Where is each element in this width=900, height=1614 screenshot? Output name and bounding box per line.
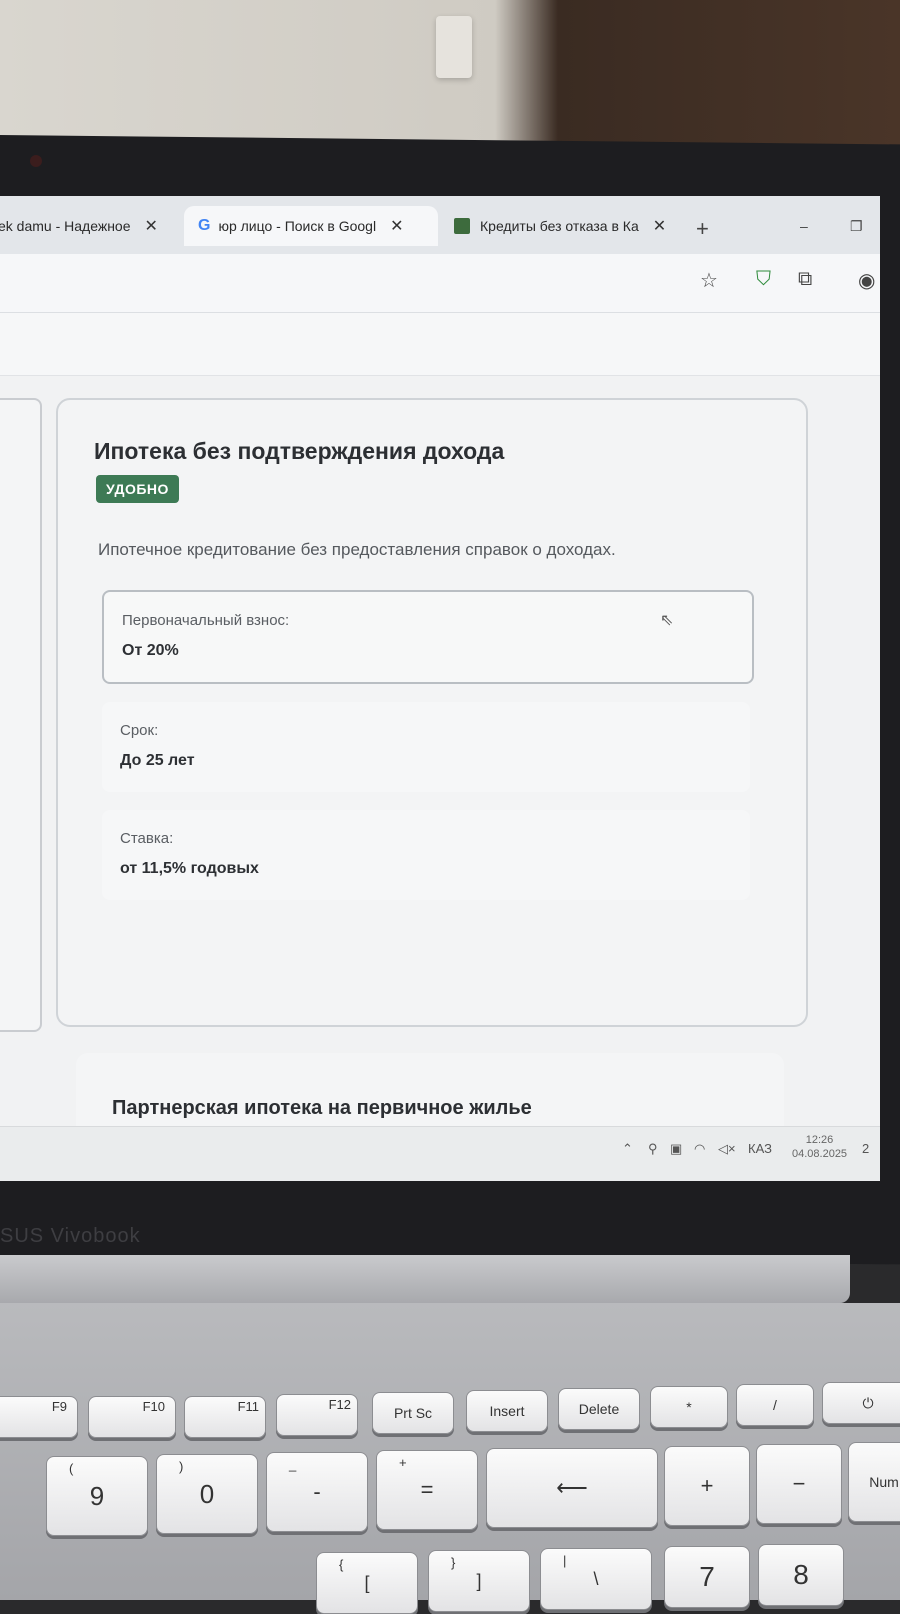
windows-taskbar: ⌃ ⚲ ▣ ◠ ◁× КАЗ 12:26 04.08.2025 2 <box>0 1126 880 1181</box>
tab-google-search[interactable]: G юр лицо - Поиск в Googl ✕ <box>184 206 438 246</box>
site-favicon-icon <box>454 218 470 234</box>
browser-tab-bar: ek damu - Надежное ✕ G юр лицо - Поиск в… <box>0 196 880 254</box>
star-icon[interactable]: ☆ <box>700 268 718 293</box>
restore-button[interactable]: ❐ <box>850 218 863 235</box>
info-rate: Ставка: от 11,5% годовых <box>102 810 750 900</box>
status-badge: УДОБНО <box>96 475 179 503</box>
laptop-screen: ek damu - Надежное ✕ G юр лицо - Поиск в… <box>0 196 880 1181</box>
info-down-payment[interactable]: Первоначальный взнос: От 20% ⇖ <box>102 590 754 684</box>
wall-switch <box>436 16 472 78</box>
key-numpad-minus[interactable]: − <box>756 1444 842 1524</box>
key-multiply[interactable]: * <box>650 1386 728 1428</box>
key-delete[interactable]: Delete <box>558 1388 640 1430</box>
key-9[interactable]: (9 <box>46 1456 148 1536</box>
key-f11[interactable]: F11 <box>184 1396 266 1438</box>
laptop-brand-label: SUS Vivobook <box>0 1225 141 1247</box>
key-backslash[interactable]: | \ <box>540 1548 652 1610</box>
language-indicator[interactable]: КАЗ <box>748 1141 772 1156</box>
tab-label: Кредиты без отказа в Ка <box>480 218 639 234</box>
notifications-badge[interactable]: 2 <box>862 1141 869 1156</box>
tab-label: ek damu - Надежное <box>0 218 131 234</box>
profile-icon[interactable]: ◉ <box>858 268 875 293</box>
minimize-button[interactable]: – <box>800 218 808 234</box>
web-page: Ипотека без подтверждения дохода УДОБНО … <box>0 313 880 1181</box>
mouse-cursor-icon: ⇖ <box>660 612 674 629</box>
key-divide[interactable]: / <box>736 1384 814 1426</box>
key-f10[interactable]: F10 <box>88 1396 176 1438</box>
key-num-lock[interactable]: Num <box>848 1442 900 1522</box>
previous-card <box>0 398 42 1032</box>
key-close-bracket[interactable]: }] <box>428 1550 530 1612</box>
info-value: от 11,5% годовых <box>120 860 259 877</box>
location-icon: ⚲ <box>648 1141 658 1156</box>
key-minus[interactable]: _ - <box>266 1452 368 1532</box>
key-f12[interactable]: F12 <box>276 1394 358 1436</box>
page-header <box>0 313 880 376</box>
chevron-up-icon[interactable]: ⌃ <box>622 1141 633 1157</box>
tab-credits[interactable]: Кредиты без отказа в Ка ✕ <box>448 206 684 246</box>
key-power[interactable]: ⏻ <box>822 1382 900 1424</box>
info-value: От 20% <box>122 642 179 659</box>
info-label: Ставка: <box>120 830 174 847</box>
webcam <box>30 155 42 167</box>
laptop-hinge <box>0 1255 850 1303</box>
key-numpad-8[interactable]: 8 <box>758 1544 844 1606</box>
info-label: Срок: <box>120 722 159 739</box>
key-numpad-7[interactable]: 7 <box>664 1546 750 1608</box>
shield-icon[interactable]: ⛉ <box>756 268 771 291</box>
browser-toolbar: ☆ ⛉ ⧉ ◉ <box>0 254 880 313</box>
info-term: Срок: До 25 лет <box>102 702 750 792</box>
clock[interactable]: 12:26 04.08.2025 <box>792 1133 847 1161</box>
wifi-icon[interactable]: ◠ <box>694 1141 705 1157</box>
key-print-screen[interactable]: Prt Sc <box>372 1392 454 1434</box>
close-icon[interactable]: ✕ <box>390 216 403 236</box>
close-icon[interactable]: ✕ <box>145 216 158 236</box>
key-f9[interactable]: F9 <box>0 1396 78 1438</box>
clock-date: 04.08.2025 <box>792 1148 848 1160</box>
card-title: Партнерская ипотека на первичное жилье <box>112 1097 532 1119</box>
card-description: Ипотечное кредитование без предоставлени… <box>98 540 616 559</box>
key-open-bracket[interactable]: {[ <box>316 1552 418 1614</box>
info-value: До 25 лет <box>120 752 195 769</box>
clock-time: 12:26 <box>805 1134 834 1146</box>
new-tab-button[interactable]: + <box>696 216 709 242</box>
key-numpad-plus[interactable]: + <box>664 1446 750 1526</box>
extensions-icon[interactable]: ⧉ <box>798 268 812 291</box>
mortgage-card[interactable]: Ипотека без подтверждения дохода УДОБНО … <box>56 398 808 1027</box>
app-tray-icon: ▣ <box>670 1141 683 1156</box>
key-0[interactable]: ) 0 <box>156 1454 258 1534</box>
key-backspace[interactable]: ⟵ <box>486 1448 658 1528</box>
key-insert[interactable]: Insert <box>466 1390 548 1432</box>
key-equals[interactable]: + = <box>376 1450 478 1530</box>
tab-ek-damu[interactable]: ek damu - Надежное ✕ <box>0 206 178 246</box>
google-icon: G <box>198 217 211 234</box>
volume-muted-icon[interactable]: ◁× <box>718 1141 736 1157</box>
info-label: Первоначальный взнос: <box>122 612 290 629</box>
tab-label: юр лицо - Поиск в Googl <box>218 218 377 234</box>
close-icon[interactable]: ✕ <box>653 216 666 236</box>
card-title: Ипотека без подтверждения дохода <box>94 438 505 464</box>
